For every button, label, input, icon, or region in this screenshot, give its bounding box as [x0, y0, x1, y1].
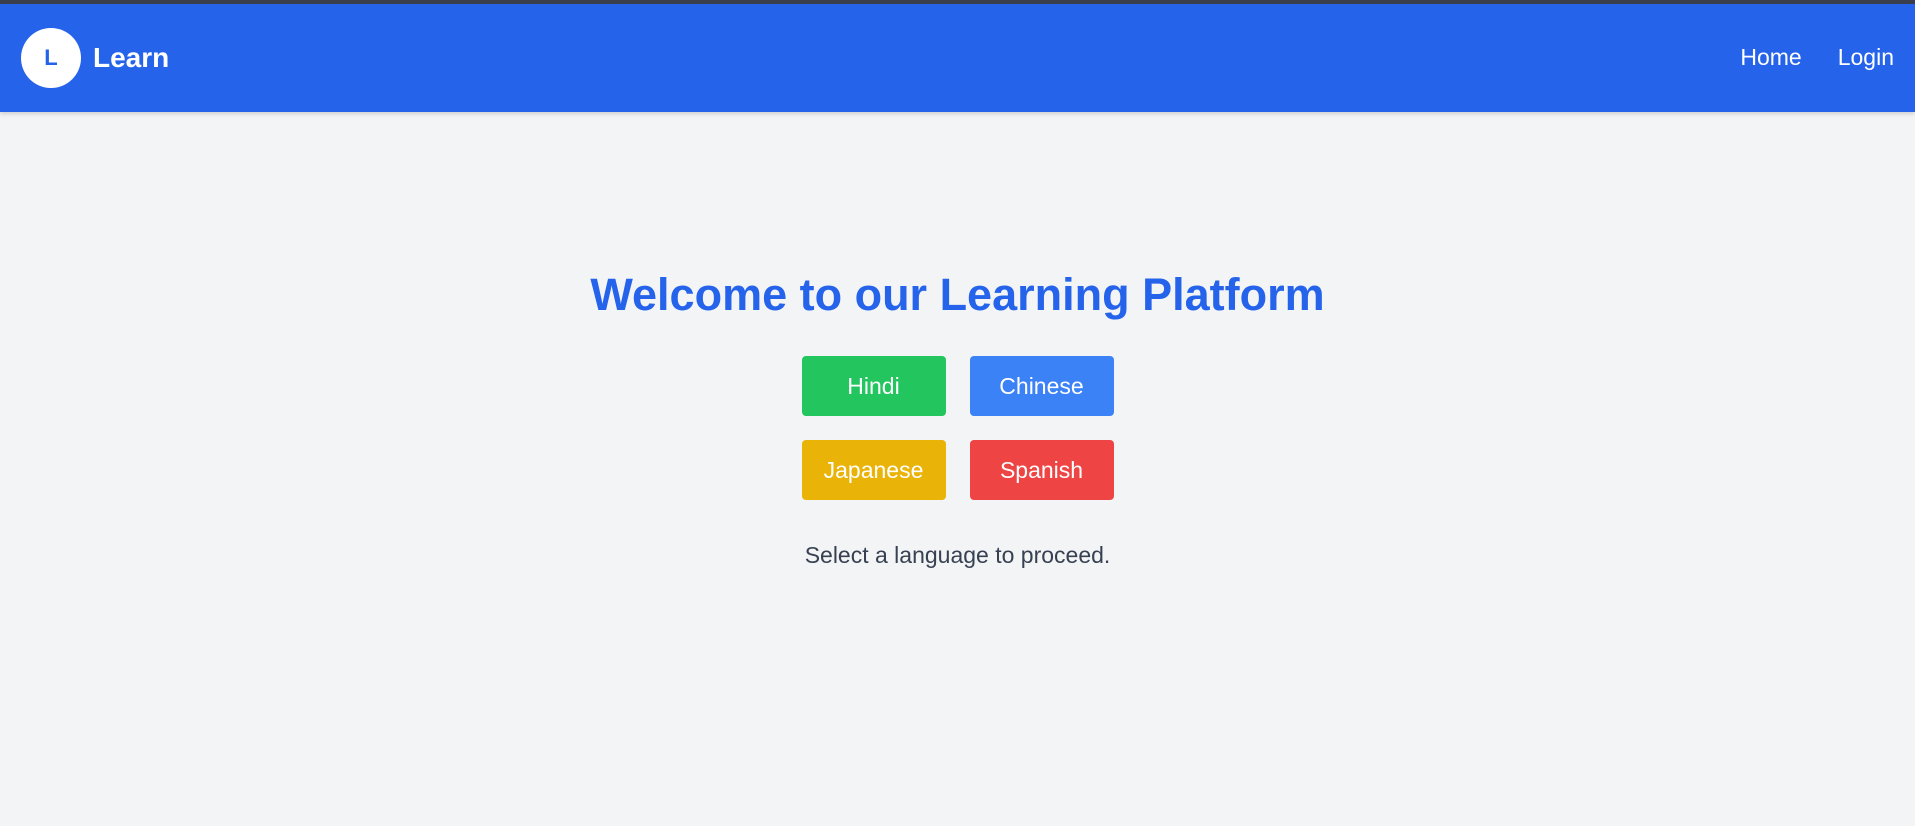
- logo-letter: L: [44, 45, 58, 70]
- nav-home-link[interactable]: Home: [1740, 44, 1801, 71]
- logo-circle: L: [21, 28, 81, 88]
- page-title: Welcome to our Learning Platform: [590, 269, 1325, 320]
- navbar: L Learn Home Login: [0, 4, 1915, 112]
- chinese-button[interactable]: Chinese: [969, 356, 1114, 416]
- japanese-button[interactable]: Japanese: [801, 440, 946, 500]
- main-content: Welcome to our Learning Platform Hindi C…: [0, 260, 1915, 569]
- brand-name: Learn: [93, 42, 170, 73]
- spanish-button[interactable]: Spanish: [969, 440, 1114, 500]
- select-language-prompt: Select a language to proceed.: [804, 542, 1111, 568]
- language-button-grid: Hindi Chinese Japanese Spanish: [801, 356, 1114, 500]
- nav-links: Home Login: [1740, 44, 1894, 71]
- hindi-button[interactable]: Hindi: [801, 356, 946, 416]
- brand-link[interactable]: L Learn: [21, 28, 169, 88]
- nav-login-link[interactable]: Login: [1838, 44, 1894, 71]
